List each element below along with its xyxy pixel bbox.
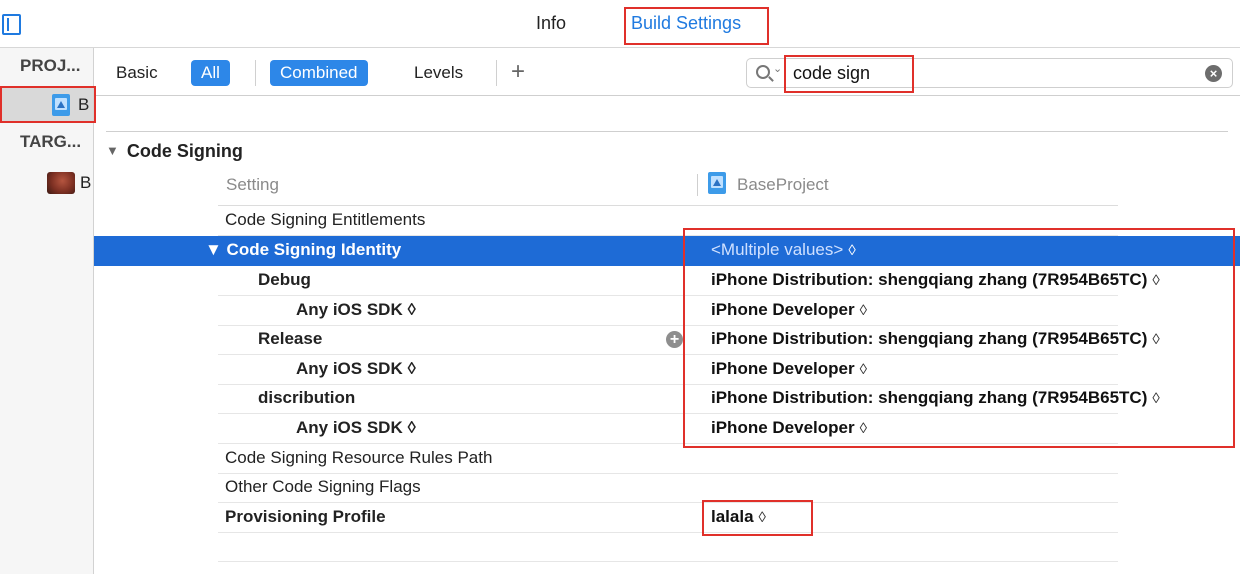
row-divider bbox=[218, 531, 1118, 533]
setting-value-text: iPhone Distribution: shengqiang zhang (7… bbox=[711, 329, 1148, 348]
setting-row-provisioning-profile[interactable]: Provisioning Profile lalala ◊ bbox=[94, 503, 1240, 533]
stepper-icon[interactable]: ◊ bbox=[848, 242, 855, 259]
setting-value[interactable]: iPhone Developer ◊ bbox=[711, 359, 867, 379]
search-icon[interactable] bbox=[756, 65, 770, 79]
setting-row-other-flags[interactable]: Other Code Signing Flags bbox=[94, 473, 1240, 503]
stepper-icon[interactable]: ◊ bbox=[1152, 390, 1159, 407]
toolbar-divider bbox=[496, 60, 497, 86]
setting-name: Release bbox=[258, 329, 323, 348]
setting-value-text: iPhone Developer bbox=[711, 359, 855, 378]
stepper-icon[interactable]: ◊ bbox=[1152, 272, 1159, 289]
tab-build-settings[interactable]: Build Settings bbox=[631, 13, 741, 34]
sidebar-toggle-icon[interactable] bbox=[2, 14, 21, 35]
setting-name: Provisioning Profile bbox=[225, 507, 386, 526]
setting-name: Debug bbox=[258, 270, 311, 289]
setting-name: Code Signing Resource Rules Path bbox=[225, 448, 493, 467]
sidebar-item-label: B bbox=[78, 95, 90, 114]
column-header-setting: Setting bbox=[226, 175, 279, 194]
setting-value[interactable]: lalala ◊ bbox=[711, 507, 766, 527]
add-setting-button[interactable]: + bbox=[511, 58, 525, 86]
search-field[interactable]: ⌄ × bbox=[746, 58, 1233, 88]
setting-value[interactable]: <Multiple values> ◊ bbox=[711, 240, 856, 260]
setting-name: Any iOS SDK ◊ bbox=[296, 300, 416, 319]
all-button[interactable]: All bbox=[191, 60, 230, 86]
setting-name: Any iOS SDK ◊ bbox=[296, 359, 416, 378]
levels-button[interactable]: Levels bbox=[404, 60, 473, 86]
setting-value-text: iPhone Developer bbox=[711, 300, 855, 319]
setting-row-resource-rules[interactable]: Code Signing Resource Rules Path bbox=[94, 444, 1240, 474]
search-input[interactable] bbox=[793, 62, 1193, 84]
column-header-project: BaseProject bbox=[737, 175, 829, 194]
divider bbox=[106, 131, 1228, 132]
basic-button[interactable]: Basic bbox=[106, 60, 168, 86]
setting-name: Any iOS SDK ◊ bbox=[296, 418, 416, 437]
add-condition-icon[interactable]: + bbox=[666, 331, 683, 348]
build-settings-toolbar: Basic All Combined Levels + ⌄ × bbox=[95, 48, 1240, 96]
setting-value[interactable]: iPhone Distribution: shengqiang zhang (7… bbox=[711, 329, 1160, 349]
sidebar-item-target[interactable]: B bbox=[80, 173, 91, 193]
setting-value-text: iPhone Distribution: shengqiang zhang (7… bbox=[711, 270, 1148, 289]
target-app-icon[interactable] bbox=[47, 172, 75, 194]
setting-row-discribution-any-sdk[interactable]: Any iOS SDK ◊ iPhone Developer ◊ bbox=[94, 414, 1240, 444]
targets-heading: TARG... bbox=[20, 132, 82, 151]
setting-value[interactable]: iPhone Developer ◊ bbox=[711, 300, 867, 320]
sidebar-item-project[interactable]: B bbox=[0, 88, 93, 122]
setting-value-text: lalala bbox=[711, 507, 754, 526]
setting-value-text: iPhone Distribution: shengqiang zhang (7… bbox=[711, 388, 1148, 407]
project-file-icon bbox=[52, 94, 70, 116]
stepper-icon[interactable]: ◊ bbox=[860, 420, 867, 437]
setting-row-release[interactable]: Release + iPhone Distribution: shengqian… bbox=[94, 325, 1240, 355]
setting-value-text: <Multiple values> bbox=[711, 240, 844, 259]
stepper-icon[interactable]: ◊ bbox=[1152, 331, 1159, 348]
toolbar-divider bbox=[255, 60, 256, 86]
chevron-down-icon[interactable]: ⌄ bbox=[773, 62, 782, 75]
disclosure-triangle-icon[interactable]: ▼ bbox=[106, 143, 119, 158]
setting-row-release-any-sdk[interactable]: Any iOS SDK ◊ iPhone Developer ◊ bbox=[94, 355, 1240, 385]
setting-row-code-signing-identity[interactable]: ▼ Code Signing Identity <Multiple values… bbox=[94, 236, 1240, 266]
setting-value[interactable]: iPhone Developer ◊ bbox=[711, 418, 867, 438]
stepper-icon[interactable]: ◊ bbox=[860, 302, 867, 319]
section-code-signing[interactable]: ▼ Code Signing bbox=[106, 141, 243, 162]
project-file-icon bbox=[708, 172, 726, 194]
project-navigator: PROJ... B TARG... B bbox=[0, 48, 94, 574]
stepper-icon[interactable]: ◊ bbox=[860, 361, 867, 378]
setting-value[interactable]: iPhone Distribution: shengqiang zhang (7… bbox=[711, 270, 1160, 290]
setting-name: ▼ Code Signing Identity bbox=[205, 240, 402, 259]
setting-row-debug-any-sdk[interactable]: Any iOS SDK ◊ iPhone Developer ◊ bbox=[94, 296, 1240, 326]
setting-value-text: iPhone Developer bbox=[711, 418, 855, 437]
section-title: Code Signing bbox=[126, 141, 243, 161]
setting-value[interactable]: iPhone Distribution: shengqiang zhang (7… bbox=[711, 388, 1160, 408]
setting-row-debug[interactable]: Debug iPhone Distribution: shengqiang zh… bbox=[94, 266, 1240, 296]
setting-row-entitlements[interactable]: Code Signing Entitlements bbox=[94, 206, 1240, 236]
tab-info[interactable]: Info bbox=[536, 13, 566, 34]
clear-search-icon[interactable]: × bbox=[1205, 65, 1222, 82]
project-heading: PROJ... bbox=[20, 56, 81, 75]
top-bar: Info Build Settings bbox=[0, 0, 1240, 48]
column-divider bbox=[697, 174, 698, 196]
setting-name: Code Signing Entitlements bbox=[225, 210, 426, 229]
combined-button[interactable]: Combined bbox=[270, 60, 368, 86]
setting-name: discribution bbox=[258, 388, 356, 407]
setting-name: Other Code Signing Flags bbox=[225, 477, 421, 496]
setting-row-discribution[interactable]: discribution iPhone Distribution: shengq… bbox=[94, 384, 1240, 414]
divider bbox=[218, 561, 1118, 562]
stepper-icon[interactable]: ◊ bbox=[759, 509, 766, 526]
